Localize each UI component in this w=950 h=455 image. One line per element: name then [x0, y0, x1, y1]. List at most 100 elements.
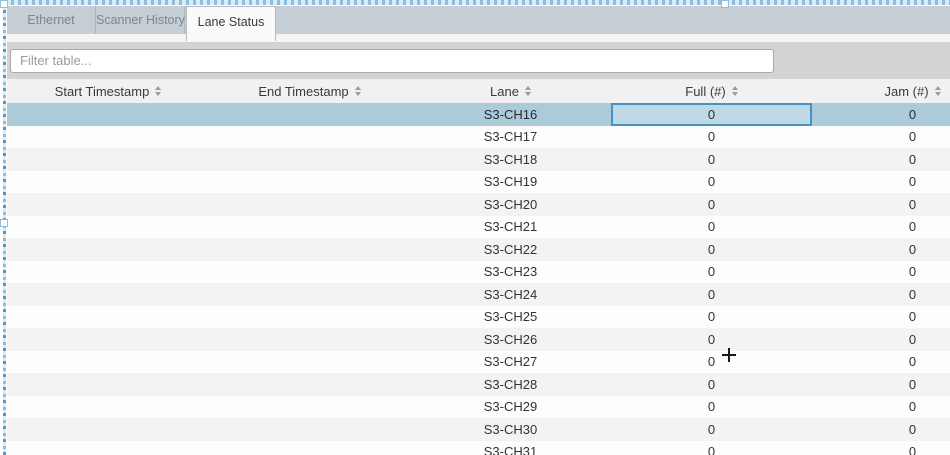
- table-row-S3-CH28[interactable]: S3-CH2800: [7, 373, 950, 396]
- cell-start[interactable]: [7, 396, 209, 419]
- cell-end[interactable]: [209, 328, 410, 351]
- cell-lane[interactable]: S3-CH20: [410, 193, 611, 216]
- cell-jam[interactable]: 0: [812, 441, 950, 455]
- cell-start[interactable]: [7, 283, 209, 306]
- tab-lane-status[interactable]: Lane Status: [186, 6, 276, 41]
- cell-end[interactable]: [209, 373, 410, 396]
- cell-jam[interactable]: 0: [812, 351, 950, 374]
- cell-start[interactable]: [7, 261, 209, 284]
- table-row-S3-CH19[interactable]: S3-CH1900: [7, 171, 950, 194]
- cell-end[interactable]: [209, 351, 410, 374]
- cell-full[interactable]: 0: [611, 351, 812, 374]
- cell-full[interactable]: 0: [611, 306, 812, 329]
- cell-full[interactable]: 0: [611, 148, 812, 171]
- column-header-end-timestamp[interactable]: End Timestamp: [209, 84, 410, 99]
- cell-jam[interactable]: 0: [812, 306, 950, 329]
- cell-start[interactable]: [7, 418, 209, 441]
- cell-start[interactable]: [7, 351, 209, 374]
- cell-full[interactable]: 0: [611, 441, 812, 455]
- filter-input[interactable]: [10, 49, 774, 73]
- cell-full[interactable]: 0: [611, 373, 812, 396]
- table-row-S3-CH30[interactable]: S3-CH3000: [7, 418, 950, 441]
- cell-full[interactable]: 0: [611, 103, 812, 126]
- column-header-lane[interactable]: Lane: [410, 84, 611, 99]
- table-row-S3-CH29[interactable]: S3-CH2900: [7, 396, 950, 419]
- cell-lane[interactable]: S3-CH23: [410, 261, 611, 284]
- cell-full[interactable]: 0: [611, 238, 812, 261]
- table-row-S3-CH23[interactable]: S3-CH2300: [7, 261, 950, 284]
- cell-lane[interactable]: S3-CH29: [410, 396, 611, 419]
- cell-lane[interactable]: S3-CH31: [410, 441, 611, 455]
- cell-full[interactable]: 0: [611, 396, 812, 419]
- cell-lane[interactable]: S3-CH25: [410, 306, 611, 329]
- cell-jam[interactable]: 0: [812, 418, 950, 441]
- cell-end[interactable]: [209, 171, 410, 194]
- table-row-S3-CH18[interactable]: S3-CH1800: [7, 148, 950, 171]
- cell-end[interactable]: [209, 283, 410, 306]
- cell-full[interactable]: 0: [611, 171, 812, 194]
- cell-jam[interactable]: 0: [812, 103, 950, 126]
- cell-full[interactable]: 0: [611, 418, 812, 441]
- column-header-jam[interactable]: Jam (#): [812, 84, 950, 99]
- cell-full[interactable]: 0: [611, 328, 812, 351]
- table-row-S3-CH16[interactable]: S3-CH1600: [7, 103, 950, 126]
- cell-lane[interactable]: S3-CH16: [410, 103, 611, 126]
- table-row-S3-CH17[interactable]: S3-CH1700: [7, 126, 950, 149]
- tab-scanner-history[interactable]: Scanner History: [96, 6, 185, 34]
- table-row-S3-CH31[interactable]: S3-CH3100: [7, 441, 950, 455]
- cell-full[interactable]: 0: [611, 216, 812, 239]
- cell-start[interactable]: [7, 148, 209, 171]
- cell-end[interactable]: [209, 418, 410, 441]
- cell-jam[interactable]: 0: [812, 396, 950, 419]
- cell-end[interactable]: [209, 148, 410, 171]
- table-row-S3-CH21[interactable]: S3-CH2100: [7, 216, 950, 239]
- cell-jam[interactable]: 0: [812, 373, 950, 396]
- cell-start[interactable]: [7, 103, 209, 126]
- cell-jam[interactable]: 0: [812, 126, 950, 149]
- column-header-full[interactable]: Full (#): [611, 84, 812, 99]
- cell-lane[interactable]: S3-CH22: [410, 238, 611, 261]
- selection-handle-top-mid[interactable]: [721, 0, 729, 8]
- cell-lane[interactable]: S3-CH24: [410, 283, 611, 306]
- cell-full[interactable]: 0: [611, 261, 812, 284]
- table-row-S3-CH20[interactable]: S3-CH2000: [7, 193, 950, 216]
- cell-lane[interactable]: S3-CH28: [410, 373, 611, 396]
- cell-start[interactable]: [7, 126, 209, 149]
- cell-lane[interactable]: S3-CH18: [410, 148, 611, 171]
- table-row-S3-CH27[interactable]: S3-CH2700: [7, 351, 950, 374]
- cell-end[interactable]: [209, 396, 410, 419]
- cell-jam[interactable]: 0: [812, 261, 950, 284]
- cell-end[interactable]: [209, 193, 410, 216]
- cell-lane[interactable]: S3-CH30: [410, 418, 611, 441]
- cell-start[interactable]: [7, 193, 209, 216]
- cell-jam[interactable]: 0: [812, 216, 950, 239]
- cell-lane[interactable]: S3-CH19: [410, 171, 611, 194]
- cell-lane[interactable]: S3-CH27: [410, 351, 611, 374]
- table-row-S3-CH25[interactable]: S3-CH2500: [7, 306, 950, 329]
- table-row-S3-CH22[interactable]: S3-CH2200: [7, 238, 950, 261]
- cell-lane[interactable]: S3-CH17: [410, 126, 611, 149]
- cell-jam[interactable]: 0: [812, 238, 950, 261]
- cell-lane[interactable]: S3-CH21: [410, 216, 611, 239]
- table-row-S3-CH24[interactable]: S3-CH2400: [7, 283, 950, 306]
- cell-full[interactable]: 0: [611, 126, 812, 149]
- cell-end[interactable]: [209, 238, 410, 261]
- cell-jam[interactable]: 0: [812, 283, 950, 306]
- cell-start[interactable]: [7, 216, 209, 239]
- column-header-start-timestamp[interactable]: Start Timestamp: [7, 84, 209, 99]
- cell-end[interactable]: [209, 103, 410, 126]
- cell-end[interactable]: [209, 261, 410, 284]
- cell-end[interactable]: [209, 216, 410, 239]
- cell-full[interactable]: 0: [611, 193, 812, 216]
- cell-jam[interactable]: 0: [812, 193, 950, 216]
- tab-ethernet[interactable]: Ethernet: [7, 6, 96, 34]
- cell-start[interactable]: [7, 306, 209, 329]
- cell-start[interactable]: [7, 328, 209, 351]
- cell-jam[interactable]: 0: [812, 148, 950, 171]
- cell-start[interactable]: [7, 441, 209, 455]
- selection-handle-mid-left[interactable]: [0, 219, 8, 227]
- cell-end[interactable]: [209, 126, 410, 149]
- cell-start[interactable]: [7, 373, 209, 396]
- cell-end[interactable]: [209, 306, 410, 329]
- cell-jam[interactable]: 0: [812, 328, 950, 351]
